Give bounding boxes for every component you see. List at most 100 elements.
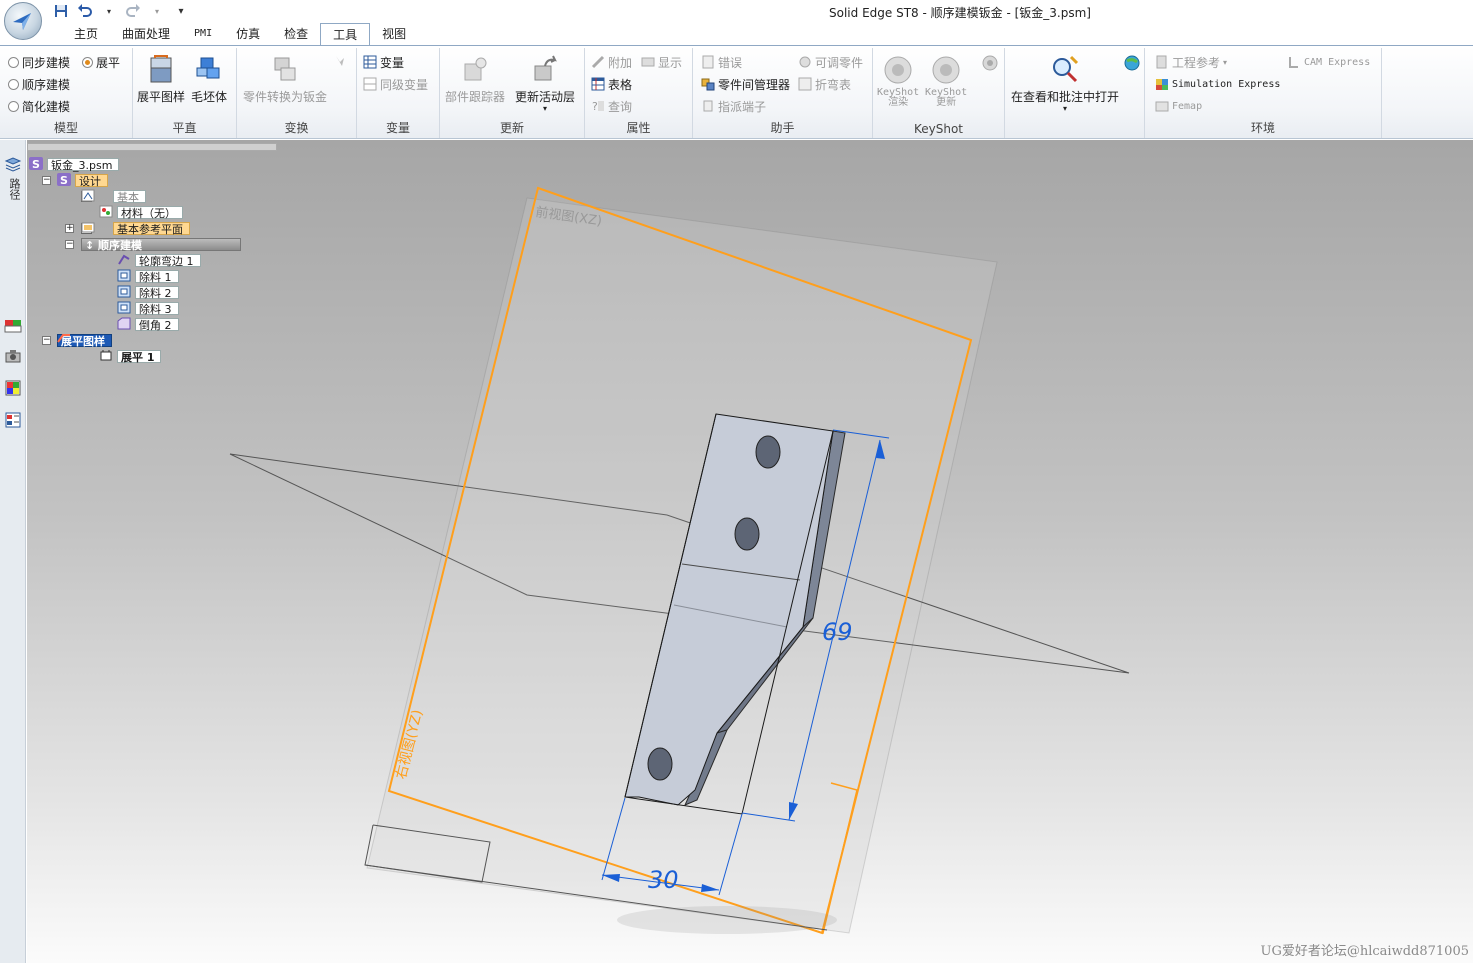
- adjustable-part-button[interactable]: 可调零件: [798, 53, 863, 71]
- query-icon: ?: [592, 100, 604, 113]
- color-map-icon[interactable]: [3, 378, 23, 398]
- tree-node-base-planes[interactable]: ✓ 基本参考平面: [81, 221, 190, 236]
- transform-extra-icon[interactable]: [332, 54, 348, 70]
- review-dropdown-icon[interactable]: ▾: [1063, 105, 1067, 113]
- femap-button[interactable]: Femap: [1155, 97, 1202, 115]
- pathfinder-resize-handle[interactable]: [27, 143, 277, 151]
- tree-node-material[interactable]: 材料（无）: [99, 205, 183, 220]
- tab-pmi[interactable]: PMI: [182, 23, 224, 45]
- attach-button[interactable]: 附加: [591, 53, 632, 71]
- group-model-label: 模型: [53, 121, 78, 135]
- tree-node-feature-1[interactable]: 轮廓弯边 1: [117, 253, 201, 268]
- ribbon: 同步建模 展平 顺序建模 简化建模 模型 展平图样 毛坯体 平直 零件转换为钣金…: [0, 45, 1473, 139]
- cutout-icon: [117, 301, 132, 315]
- tree-node-flatten[interactable]: 展平 1: [99, 349, 162, 364]
- cam-express-button[interactable]: CAM Express: [1287, 53, 1370, 71]
- radio-ordered[interactable]: [8, 78, 19, 90]
- application-button[interactable]: [4, 2, 42, 40]
- flat-pattern-label: 展平图样: [137, 90, 186, 104]
- errors-button[interactable]: 错误: [701, 53, 742, 71]
- blank-button[interactable]: 毛坯体: [191, 54, 227, 105]
- cam-express-label: CAM Express: [1304, 56, 1371, 68]
- tree-node-ordered[interactable]: ↕ 顺序建模: [81, 237, 241, 252]
- update-active-level-button[interactable]: 更新活动层 ▾: [515, 54, 575, 113]
- part-tracker-button[interactable]: 部件跟踪器: [445, 54, 505, 105]
- option-simplified[interactable]: 简化建模: [8, 97, 70, 115]
- tree-node-feature-2[interactable]: 除料 1: [117, 269, 179, 284]
- keyshot-settings-icon[interactable]: [981, 54, 999, 72]
- solid-edge-logo-icon: [13, 13, 31, 30]
- tree-node-root[interactable]: S 钣金_3.psm: [29, 157, 120, 172]
- assign-terminal-button[interactable]: 指派端子: [701, 97, 766, 115]
- hole-middle[interactable]: [734, 517, 760, 551]
- tree-node-flat-pattern[interactable]: 展平图样: [57, 333, 112, 348]
- tab-home[interactable]: 主页: [62, 23, 110, 45]
- tree-base-planes-label: 基本参考平面: [113, 221, 190, 236]
- expand-base-planes-icon[interactable]: +: [65, 224, 74, 233]
- color-manager-icon[interactable]: [3, 316, 23, 336]
- open-in-review-button[interactable]: 在查看和批注中打开 ▾: [1011, 54, 1119, 113]
- globe-icon[interactable]: [1123, 54, 1141, 72]
- customize-icon[interactable]: ▾: [172, 2, 190, 20]
- tab-view[interactable]: 视图: [370, 23, 418, 45]
- variables-button[interactable]: 变量: [363, 53, 404, 71]
- show-icon: [641, 57, 655, 67]
- engineering-reference-dropdown-icon[interactable]: ▾: [1223, 58, 1227, 67]
- option-synchronous[interactable]: 同步建模: [8, 53, 70, 71]
- undo-icon[interactable]: [76, 2, 94, 20]
- variables-label: 变量: [380, 55, 405, 70]
- group-assistant-label: 助手: [770, 121, 795, 135]
- tab-inspect[interactable]: 检查: [272, 23, 320, 45]
- tree-node-feature-4[interactable]: 除料 3: [117, 301, 179, 316]
- tree-node-base[interactable]: 基本: [81, 189, 146, 204]
- tree-feature-3-label: 除料 2: [135, 285, 179, 300]
- undo-dropdown-icon[interactable]: ▾: [100, 2, 118, 20]
- redo-dropdown-icon[interactable]: ▾: [148, 2, 166, 20]
- hole-bottom[interactable]: [647, 747, 673, 781]
- graphics-viewport[interactable]: 前视图(XZ) 右视图(YZ): [27, 140, 1473, 963]
- collapse-flat-pattern-icon[interactable]: −: [42, 336, 51, 345]
- radio-synchronous[interactable]: [8, 56, 19, 68]
- engineering-reference-button[interactable]: 工程参考 ▾: [1155, 53, 1227, 71]
- collapse-ordered-icon[interactable]: −: [65, 240, 74, 249]
- ribbon-tabs: 主页 曲面处理 PMI 仿真 检查 工具 视图: [62, 23, 418, 46]
- radio-simplified[interactable]: [8, 100, 19, 112]
- bend-table-button[interactable]: 折弯表: [798, 75, 851, 93]
- camera-icon[interactable]: [3, 346, 23, 366]
- tree-feature-5-label: 倒角 2: [135, 317, 179, 332]
- keyshot-render-button[interactable]: KeyShot 渲染: [877, 54, 919, 108]
- flat-pattern-button[interactable]: 展平图样: [137, 54, 185, 105]
- tree-feature-2-label: 除料 1: [135, 269, 179, 284]
- simulation-express-button[interactable]: Simulation Express: [1155, 75, 1280, 93]
- tab-simulation[interactable]: 仿真: [224, 23, 272, 45]
- views-icon[interactable]: [3, 410, 23, 430]
- redo-icon[interactable]: [124, 2, 142, 20]
- pathfinder-tab-label[interactable]: 路径: [6, 178, 22, 200]
- layers-icon[interactable]: [3, 154, 23, 174]
- tree-node-feature-5[interactable]: 倒角 2: [117, 317, 179, 332]
- show-button[interactable]: 显示: [641, 53, 682, 71]
- inter-part-manager-button[interactable]: 零件间管理器: [701, 75, 790, 93]
- review-magnifier-icon: [1053, 55, 1079, 83]
- collapse-design-icon[interactable]: −: [42, 176, 51, 185]
- tree-node-feature-3[interactable]: 除料 2: [117, 285, 179, 300]
- adjustable-part-icon: [799, 56, 811, 68]
- radio-flatten[interactable]: [82, 56, 93, 68]
- group-properties: 附加 显示 表格 ? 查询 属性: [585, 48, 693, 138]
- group-keyshot-label: KeyShot: [913, 122, 964, 136]
- group-update-label: 更新: [499, 121, 524, 135]
- option-ordered[interactable]: 顺序建模: [8, 75, 70, 93]
- save-icon[interactable]: [52, 2, 70, 20]
- query-button[interactable]: ? 查询: [591, 97, 632, 115]
- tab-surfacing[interactable]: 曲面处理: [110, 23, 182, 45]
- hole-top[interactable]: [755, 435, 781, 469]
- part-to-sheetmetal-button[interactable]: 零件转换为钣金: [243, 54, 327, 105]
- keyshot-update-button[interactable]: KeyShot 更新: [925, 54, 967, 108]
- tab-tools[interactable]: 工具: [320, 23, 371, 46]
- group-flat-label: 平直: [172, 121, 197, 135]
- update-dropdown-icon[interactable]: ▾: [543, 105, 547, 113]
- tree-node-design[interactable]: S 设计: [57, 173, 108, 188]
- option-flatten[interactable]: 展平: [82, 53, 120, 71]
- table-button[interactable]: 表格: [591, 75, 632, 93]
- peer-variables-button[interactable]: 同级变量: [363, 75, 428, 93]
